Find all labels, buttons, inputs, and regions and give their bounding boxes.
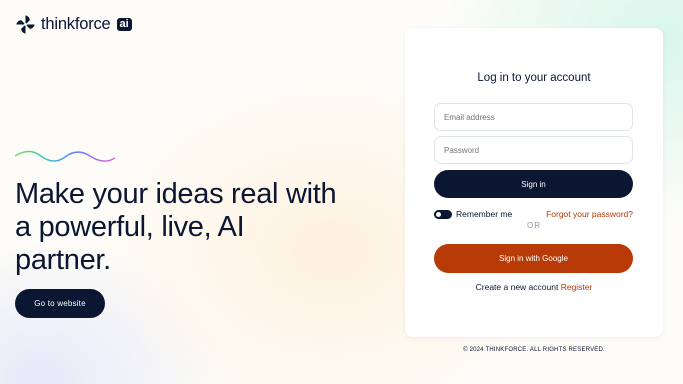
- login-card: Log in to your account Sign in Remember …: [405, 28, 663, 337]
- remember-me[interactable]: Remember me: [434, 209, 512, 219]
- remember-me-toggle[interactable]: [434, 209, 452, 219]
- email-field[interactable]: [434, 103, 633, 131]
- rainbow-wave-decoration: [15, 150, 115, 162]
- copyright-footer: © 2024 THINKFORCE. ALL RIGHTS RESERVED.: [463, 347, 605, 353]
- create-account-row: Create a new account Register: [405, 282, 663, 292]
- remember-me-label: Remember me: [456, 209, 513, 219]
- sign-in-button[interactable]: Sign in: [434, 170, 633, 198]
- go-to-website-button[interactable]: Go to website: [15, 289, 105, 318]
- brand-name: thinkforce: [41, 15, 111, 33]
- pinwheel-logo-icon: [16, 15, 35, 34]
- create-account-text: Create a new account: [475, 282, 559, 292]
- password-field[interactable]: [434, 136, 633, 164]
- hero-headline: Make your ideas real with a powerful, li…: [15, 178, 337, 276]
- forgot-password-link[interactable]: Forgot your password?: [546, 209, 633, 219]
- sign-in-with-google-button[interactable]: Sign in with Google: [434, 244, 633, 273]
- or-divider: OR: [527, 221, 541, 230]
- register-link[interactable]: Register: [561, 282, 593, 292]
- brand-logo[interactable]: thinkforce ai: [15, 14, 132, 35]
- brand-badge: ai: [116, 18, 132, 31]
- login-title: Log in to your account: [477, 72, 591, 84]
